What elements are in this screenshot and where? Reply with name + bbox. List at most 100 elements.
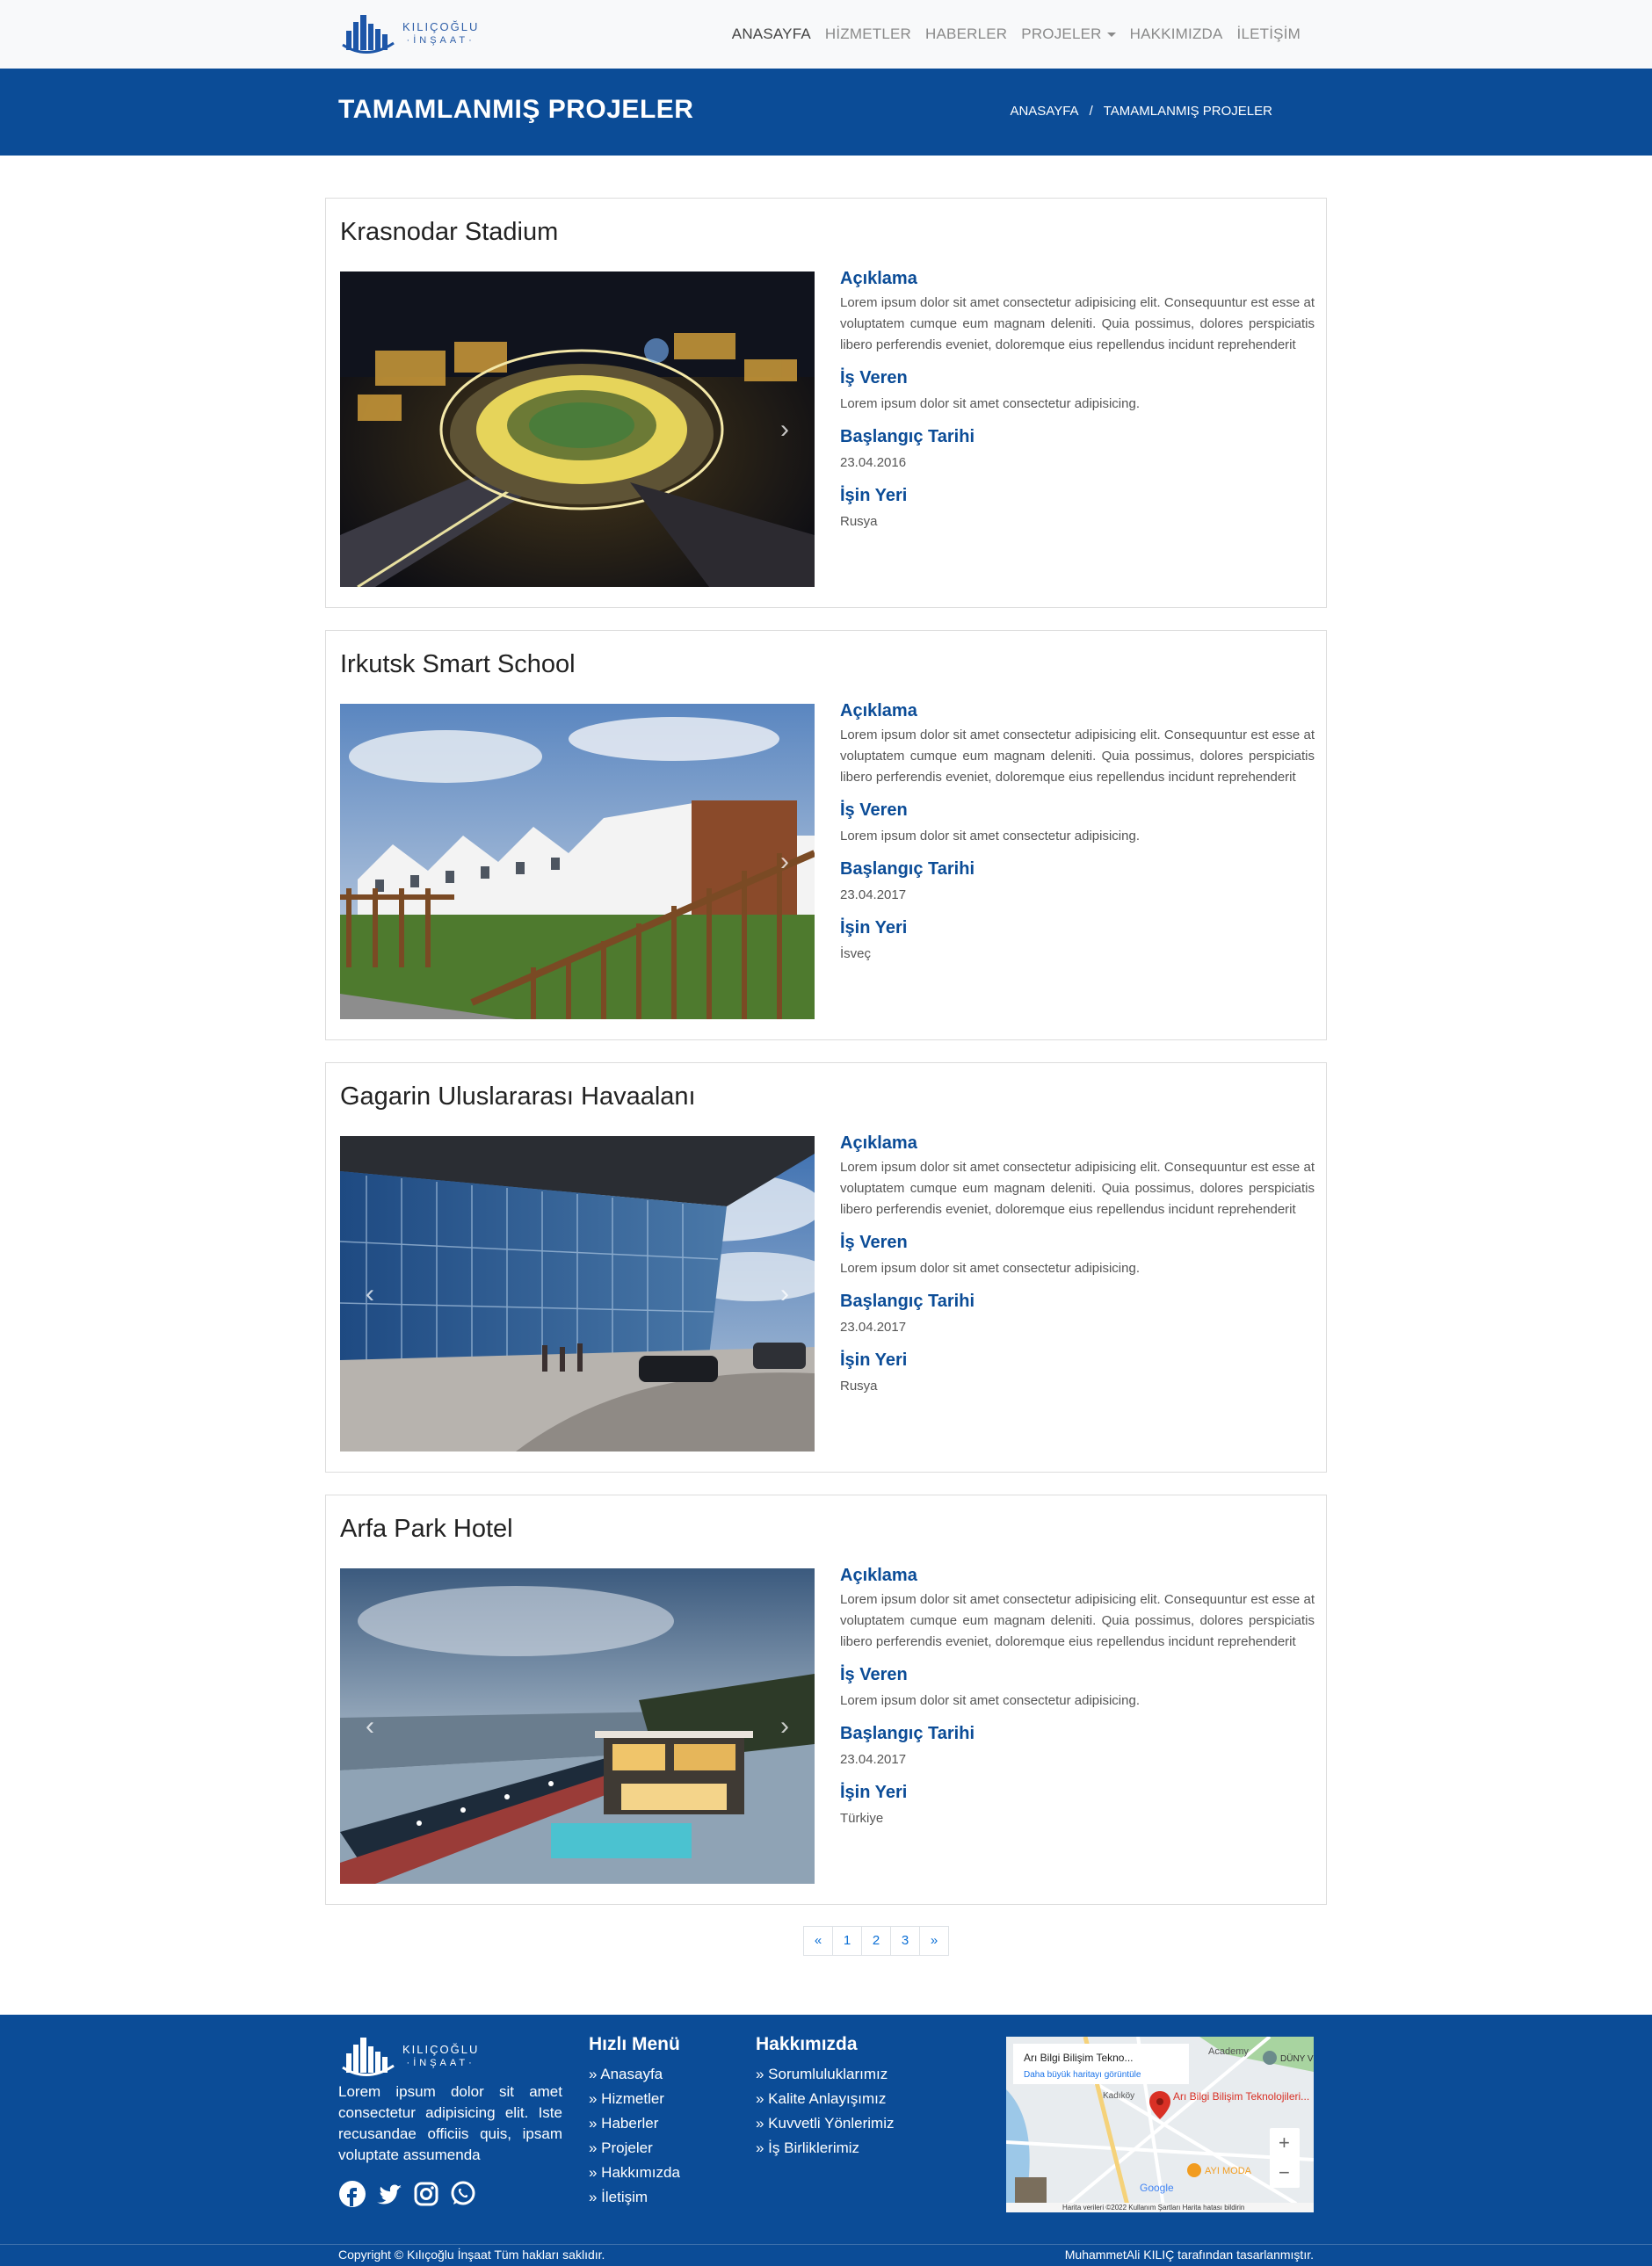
airport-terminal-photo: [340, 1136, 815, 1452]
project-title: Irkutsk Smart School: [340, 650, 576, 678]
nav-link-hizmetler[interactable]: HİZMETLER: [818, 25, 918, 43]
project-card: Gagarin Uluslararası Havaalanı ‹ › Açıkl…: [325, 1062, 1327, 1473]
map-poi-academy: Academy: [1208, 2046, 1249, 2057]
nav-link-haberler[interactable]: HABERLER: [918, 25, 1014, 43]
employer-heading: İş Veren: [840, 1665, 908, 1684]
city-skyline-logo-icon: [342, 2038, 395, 2076]
description-heading: Açıklama: [840, 701, 917, 720]
facebook-icon[interactable]: [338, 2180, 366, 2208]
footer-divider: [0, 2244, 1652, 2245]
footer-logo[interactable]: KILIÇOĞLU ·İNŞAAT·: [341, 2032, 479, 2080]
nav-link-hakkimizda[interactable]: HAKKIMIZDA: [1123, 25, 1230, 43]
location-heading: İşin Yeri: [840, 1350, 908, 1370]
social-links: [338, 2180, 477, 2208]
pagination-page-1[interactable]: 1: [832, 1926, 862, 1956]
project-title: Arfa Park Hotel: [340, 1515, 513, 1543]
project-description: Lorem ipsum dolor sit amet consectetur a…: [840, 295, 1315, 352]
footer: KILIÇOĞLU ·İNŞAAT· Lorem ipsum dolor sit…: [0, 2015, 1652, 2266]
carousel-prev-icon[interactable]: ‹: [361, 1712, 379, 1739]
project-details: Açıklama Lorem ipsum dolor sit amet cons…: [840, 1566, 1315, 1842]
footer-link-hakkimizda[interactable]: » Hakkımızda: [589, 2161, 680, 2185]
map-attribution: Harita verileri ©2022 Kullanım Şartları …: [1062, 2204, 1244, 2212]
footer-link-sorumluluklar[interactable]: » Sorumluluklarımız: [756, 2062, 894, 2087]
map-zoom-out-icon[interactable]: −: [1279, 2161, 1290, 2183]
about-menu: Hakkımızda » Sorumluluklarımız » Kalite …: [756, 2034, 894, 2161]
footer-link-projeler[interactable]: » Projeler: [589, 2136, 680, 2161]
carousel-next-icon[interactable]: ›: [776, 416, 793, 442]
whatsapp-icon[interactable]: [449, 2180, 477, 2208]
start-date-heading: Başlangıç Tarihi: [840, 859, 975, 879]
footer-link-hizmetler[interactable]: » Hizmetler: [589, 2087, 680, 2111]
start-date-heading: Başlangıç Tarihi: [840, 1724, 975, 1743]
description-heading: Açıklama: [840, 1133, 917, 1153]
project-image-carousel[interactable]: ›: [340, 704, 815, 1019]
quick-menu-title: Hızlı Menü: [589, 2034, 680, 2054]
brand-logo[interactable]: KILIÇOĞLU ·İNŞAAT·: [341, 9, 490, 58]
embedded-map[interactable]: Arı Bilgi Bilişim Tekno... Daha büyük ha…: [1006, 2037, 1314, 2212]
carousel-next-icon[interactable]: ›: [776, 1712, 793, 1739]
city-skyline-logo-icon: [342, 15, 395, 54]
breadcrumb: ANASAYFA / TAMAMLANMIŞ PROJELER: [1010, 104, 1272, 119]
navbar: KILIÇOĞLU ·İNŞAAT· ANASAYFA HİZMETLER HA…: [0, 0, 1652, 69]
project-description: Lorem ipsum dolor sit amet consectetur a…: [840, 1160, 1315, 1217]
nav-link-projeler-dropdown[interactable]: PROJELER: [1014, 25, 1122, 43]
project-location: Rusya: [840, 1379, 878, 1394]
nav-link-anasayfa[interactable]: ANASAYFA: [725, 25, 818, 43]
project-card: Irkutsk Smart School › Açıklama Lorem ip…: [325, 630, 1327, 1040]
project-title: Krasnodar Stadium: [340, 218, 559, 246]
project-location: İsveç: [840, 946, 872, 961]
carousel-prev-icon[interactable]: ‹: [361, 1280, 379, 1307]
location-heading: İşin Yeri: [840, 486, 908, 505]
pagination-page-2[interactable]: 2: [861, 1926, 891, 1956]
footer-link-iletisim[interactable]: » İletişim: [589, 2185, 680, 2210]
caret-down-icon: [1106, 33, 1116, 38]
pagination-prev[interactable]: «: [803, 1926, 833, 1956]
project-description: Lorem ipsum dolor sit amet consectetur a…: [840, 1592, 1315, 1649]
map-open-link[interactable]: Daha büyük haritayı görüntüle: [1024, 2070, 1141, 2080]
brand-name: KILIÇOĞLU: [402, 20, 480, 33]
project-card: Krasnodar Stadium › Açıklama Lorem ipsum…: [325, 198, 1327, 608]
footer-link-is-birlikleri[interactable]: » İş Birliklerimiz: [756, 2136, 894, 2161]
project-details: Açıklama Lorem ipsum dolor sit amet cons…: [840, 269, 1315, 545]
map-poi-ayimoda: AYI MODA: [1205, 2166, 1252, 2176]
hotel-seaside-photo: [340, 1568, 815, 1884]
footer-description: Lorem ipsum dolor sit amet consectetur a…: [338, 2083, 562, 2163]
nav-link-iletisim[interactable]: İLETİŞİM: [1230, 25, 1308, 43]
brand-subtitle: ·İNŞAAT·: [406, 35, 475, 46]
footer-link-anasayfa[interactable]: » Anasayfa: [589, 2062, 680, 2087]
about-menu-title: Hakkımızda: [756, 2034, 858, 2054]
project-image-carousel[interactable]: ‹ ›: [340, 1568, 815, 1884]
carousel-next-icon[interactable]: ›: [776, 1280, 793, 1307]
carousel-next-icon[interactable]: ›: [776, 848, 793, 874]
main-nav: ANASAYFA HİZMETLER HABERLER PROJELER HAK…: [725, 0, 1308, 69]
location-heading: İşin Yeri: [840, 918, 908, 938]
footer-brand-subtitle: ·İNŞAAT·: [406, 2058, 475, 2068]
twitter-icon[interactable]: [375, 2180, 403, 2208]
project-image-carousel[interactable]: ‹ ›: [340, 1136, 815, 1452]
map-poi-kadikoy: Kadıköy: [1103, 2091, 1134, 2101]
project-start-date: 23.04.2016: [840, 455, 907, 470]
pagination: « 1 2 3 »: [803, 1926, 949, 1956]
project-start-date: 23.04.2017: [840, 1320, 907, 1335]
project-image-carousel[interactable]: ›: [340, 271, 815, 587]
project-employer: Lorem ipsum dolor sit amet consectetur a…: [840, 396, 1140, 411]
footer-link-kalite[interactable]: » Kalite Anlayışımız: [756, 2087, 894, 2111]
footer-link-kuvvetli-yonler[interactable]: » Kuvvetli Yönlerimiz: [756, 2111, 894, 2136]
quick-menu: Hızlı Menü » Anasayfa » Hizmetler » Habe…: [589, 2034, 680, 2210]
footer-link-haberler[interactable]: » Haberler: [589, 2111, 680, 2136]
pagination-next[interactable]: »: [919, 1926, 949, 1956]
stadium-night-photo: [340, 271, 815, 587]
project-start-date: 23.04.2017: [840, 887, 907, 902]
breadcrumb-home-link[interactable]: ANASAYFA: [1010, 104, 1078, 119]
project-location: Rusya: [840, 514, 878, 529]
employer-heading: İş Veren: [840, 800, 908, 820]
designer-credit: MuhammetAli KILIÇ tarafından tasarlanmış…: [1064, 2248, 1314, 2262]
breadcrumb-current: TAMAMLANMIŞ PROJELER: [1103, 104, 1272, 119]
map-zoom-in-icon[interactable]: +: [1279, 2132, 1290, 2154]
instagram-icon[interactable]: [412, 2180, 440, 2208]
copyright-text: Copyright © Kılıçoğlu İnşaat Tüm hakları…: [338, 2248, 605, 2262]
employer-heading: İş Veren: [840, 368, 908, 387]
project-employer: Lorem ipsum dolor sit amet consectetur a…: [840, 1693, 1140, 1708]
pagination-page-3[interactable]: 3: [890, 1926, 920, 1956]
description-heading: Açıklama: [840, 1566, 917, 1585]
